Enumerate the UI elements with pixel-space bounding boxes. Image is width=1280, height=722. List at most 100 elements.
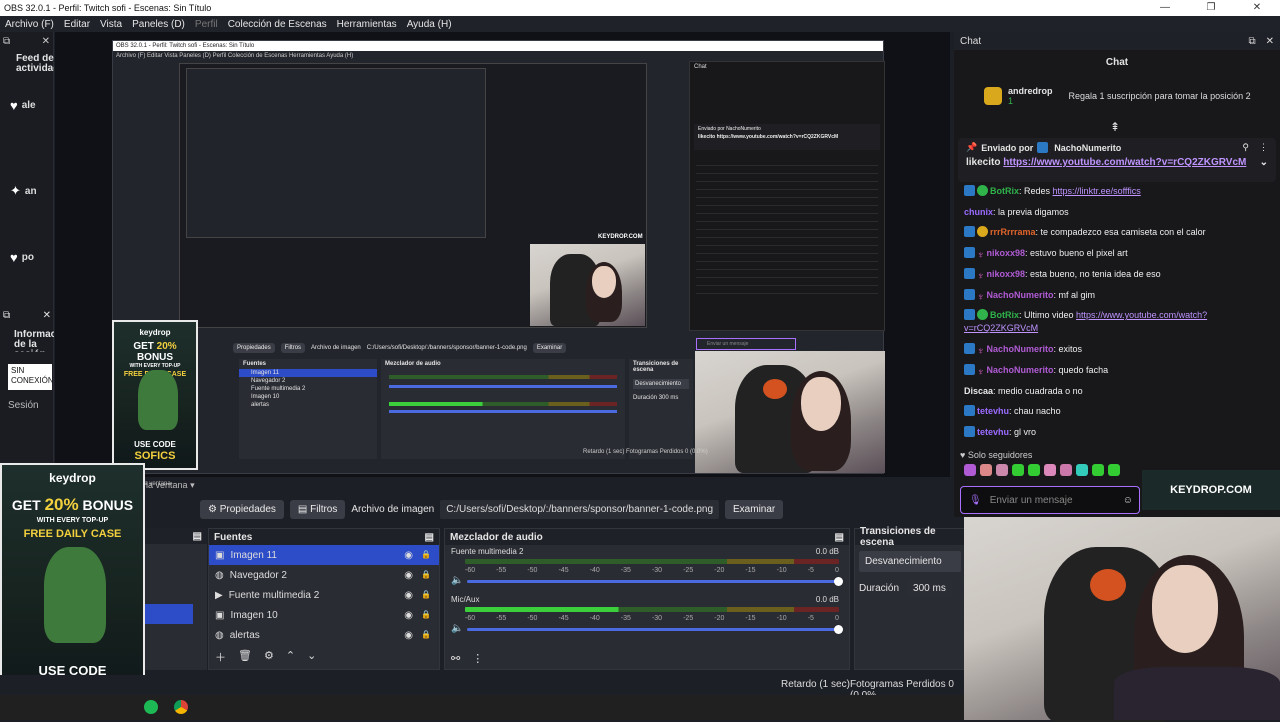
source-item[interactable]: ◍ alertas ◉ 🔒 [209,625,439,645]
trash-icon[interactable]: 🗑 [238,649,252,665]
menu-tools[interactable]: Herramientas [332,19,402,30]
emote-icon[interactable] [1028,464,1040,476]
chrome-icon[interactable] [174,700,188,714]
chat-username[interactable]: tetevhu [977,427,1009,437]
menu-edit[interactable]: Editar [59,19,95,30]
maximize-button[interactable]: ❐ [1188,0,1234,16]
nested-source-item: Navegador 2 [251,378,286,384]
emote-icon[interactable] [1012,464,1024,476]
lock-icon[interactable]: 🔒 [421,570,431,581]
chat-username[interactable]: nikoxx98 [987,248,1026,258]
close-button[interactable]: ✕ [1234,0,1280,16]
chat-username[interactable]: tetevhu [977,406,1009,416]
source-label: Fuente multimedia 2 [228,589,320,601]
dock-float-icon[interactable]: ⧉ [1248,36,1255,47]
image-path-field[interactable]: C:/Users/sofi/Desktop/:/banners/sponsor/… [440,500,720,519]
menu-help[interactable]: Ayuda (H) [402,19,457,30]
pinned-by-user: NachoNumerito [1054,142,1122,153]
scale-tick: 0 [834,567,839,574]
pin-icon[interactable]: ⚲ [1242,142,1249,153]
chevron-up-icon[interactable]: ⌃ [286,649,295,665]
scene-item-selected[interactable] [145,604,193,624]
chat-username[interactable]: BotRix [990,186,1019,196]
menu-profile[interactable]: Perfil [190,19,223,30]
lock-icon[interactable]: 🔒 [421,630,431,641]
dock-menu-icon[interactable]: ▤ [835,532,844,543]
transitions-title: Transiciones de escena [860,526,936,548]
filters-button[interactable]: ▤ Filtros [289,500,346,519]
ad-get: GET [11,497,45,513]
dock-menu-icon[interactable]: ▤ [425,532,434,543]
gear-icon[interactable]: ⚙ [264,649,274,665]
dock-close-icon[interactable]: ✕ [43,310,51,328]
dock-float-icon[interactable]: ⧉ [3,36,10,47]
pinned-link[interactable]: https://www.youtube.com/watch?v=rCQ2ZKGR… [1003,157,1246,168]
link-icon[interactable]: ⚯ [451,652,460,665]
transition-select[interactable]: Desvanecimiento [859,551,961,572]
emote-icon[interactable] [1092,464,1104,476]
chat-input[interactable]: 🎙 Enviar un mensaje ☺ [960,486,1140,514]
minimize-button[interactable]: — [1142,0,1188,16]
chat-username[interactable]: chunix [964,207,993,217]
eye-icon[interactable]: ◉ [404,550,413,561]
emote-icon[interactable] [964,464,976,476]
spotify-icon[interactable] [144,700,158,714]
emote-icon[interactable] [1044,464,1056,476]
nested-duration-label: Duración [633,395,658,401]
emoji-icon[interactable]: ☺ [1123,495,1133,506]
menu-scene-collection[interactable]: Colección de Escenas [223,19,332,30]
collapse-icon[interactable]: ⇞ [1110,120,1120,134]
volume-slider[interactable] [467,577,843,586]
chevron-down-icon[interactable]: ▾ [190,480,195,490]
menu-view[interactable]: Vista [95,19,127,30]
eye-icon[interactable]: ◉ [404,630,413,641]
volume-slider[interactable] [467,625,843,634]
emote-icon[interactable] [1076,464,1088,476]
chat-username[interactable]: Discaa [964,386,993,396]
source-item[interactable]: ▣ Imagen 10 ◉ 🔒 [209,605,439,625]
dock-close-icon[interactable]: ✕ [42,36,50,47]
feed-item[interactable]: ✦ an [0,173,54,209]
chat-username[interactable]: nikoxx98 [987,269,1026,279]
emote-icon[interactable] [1108,464,1120,476]
dock-close-icon[interactable]: ✕ [1266,36,1274,47]
source-item[interactable]: ▶ Fuente multimedia 2 ◉ 🔒 [209,585,439,605]
dock-menu-icon[interactable]: ▤ [193,531,202,542]
feed-item[interactable]: ♥ po [0,239,54,275]
speaker-icon[interactable]: 🔈 [451,623,463,634]
eye-icon[interactable]: ◉ [404,610,413,621]
properties-button[interactable]: ⚙ Propiedades [200,500,284,519]
prime-badge-icon [964,267,975,279]
eye-icon[interactable]: ◉ [404,590,413,601]
chat-message: BotRix: Ultimo video https://www.youtube… [964,309,1270,335]
duration-field[interactable]: 300 ms [907,580,952,597]
menu-file[interactable]: Archivo (F) [0,19,59,30]
chevron-down-icon[interactable]: ⌄ [1260,157,1268,168]
chat-username[interactable]: NachoNumerito [987,365,1054,375]
more-icon[interactable]: ⋮ [472,652,483,665]
lock-icon[interactable]: 🔒 [421,610,431,621]
speaker-icon[interactable]: 🔈 [451,575,463,586]
emote-icon[interactable] [980,464,992,476]
mic-icon[interactable]: 🎙 [969,495,982,506]
more-icon[interactable]: ⋮ [1259,142,1268,153]
add-icon[interactable]: ＋ [215,649,226,665]
lock-icon[interactable]: 🔒 [421,550,431,561]
browse-button[interactable]: Examinar [725,500,784,519]
eye-icon[interactable]: ◉ [404,570,413,581]
chat-username[interactable]: NachoNumerito [987,290,1054,300]
chat-username[interactable]: NachoNumerito [987,344,1054,354]
chat-link[interactable]: https://linktr.ee/sofffics [1053,186,1141,196]
source-item[interactable]: ◍ Navegador 2 ◉ 🔒 [209,565,439,585]
chat-username[interactable]: BotRix [990,310,1019,320]
feed-item[interactable]: ♥ ale [0,87,54,123]
emote-icon[interactable] [1060,464,1072,476]
chat-username[interactable]: rrrRrrrama [990,227,1036,237]
globe-icon: ◍ [215,629,224,641]
chevron-down-icon[interactable]: ⌄ [307,649,316,665]
lock-icon[interactable]: 🔒 [421,590,431,601]
emote-icon[interactable] [996,464,1008,476]
source-item[interactable]: ▣ Imagen 11 ◉ 🔒 [209,545,439,565]
dock-float-icon[interactable]: ⧉ [3,310,10,328]
menu-docks[interactable]: Paneles (D) [127,19,190,30]
